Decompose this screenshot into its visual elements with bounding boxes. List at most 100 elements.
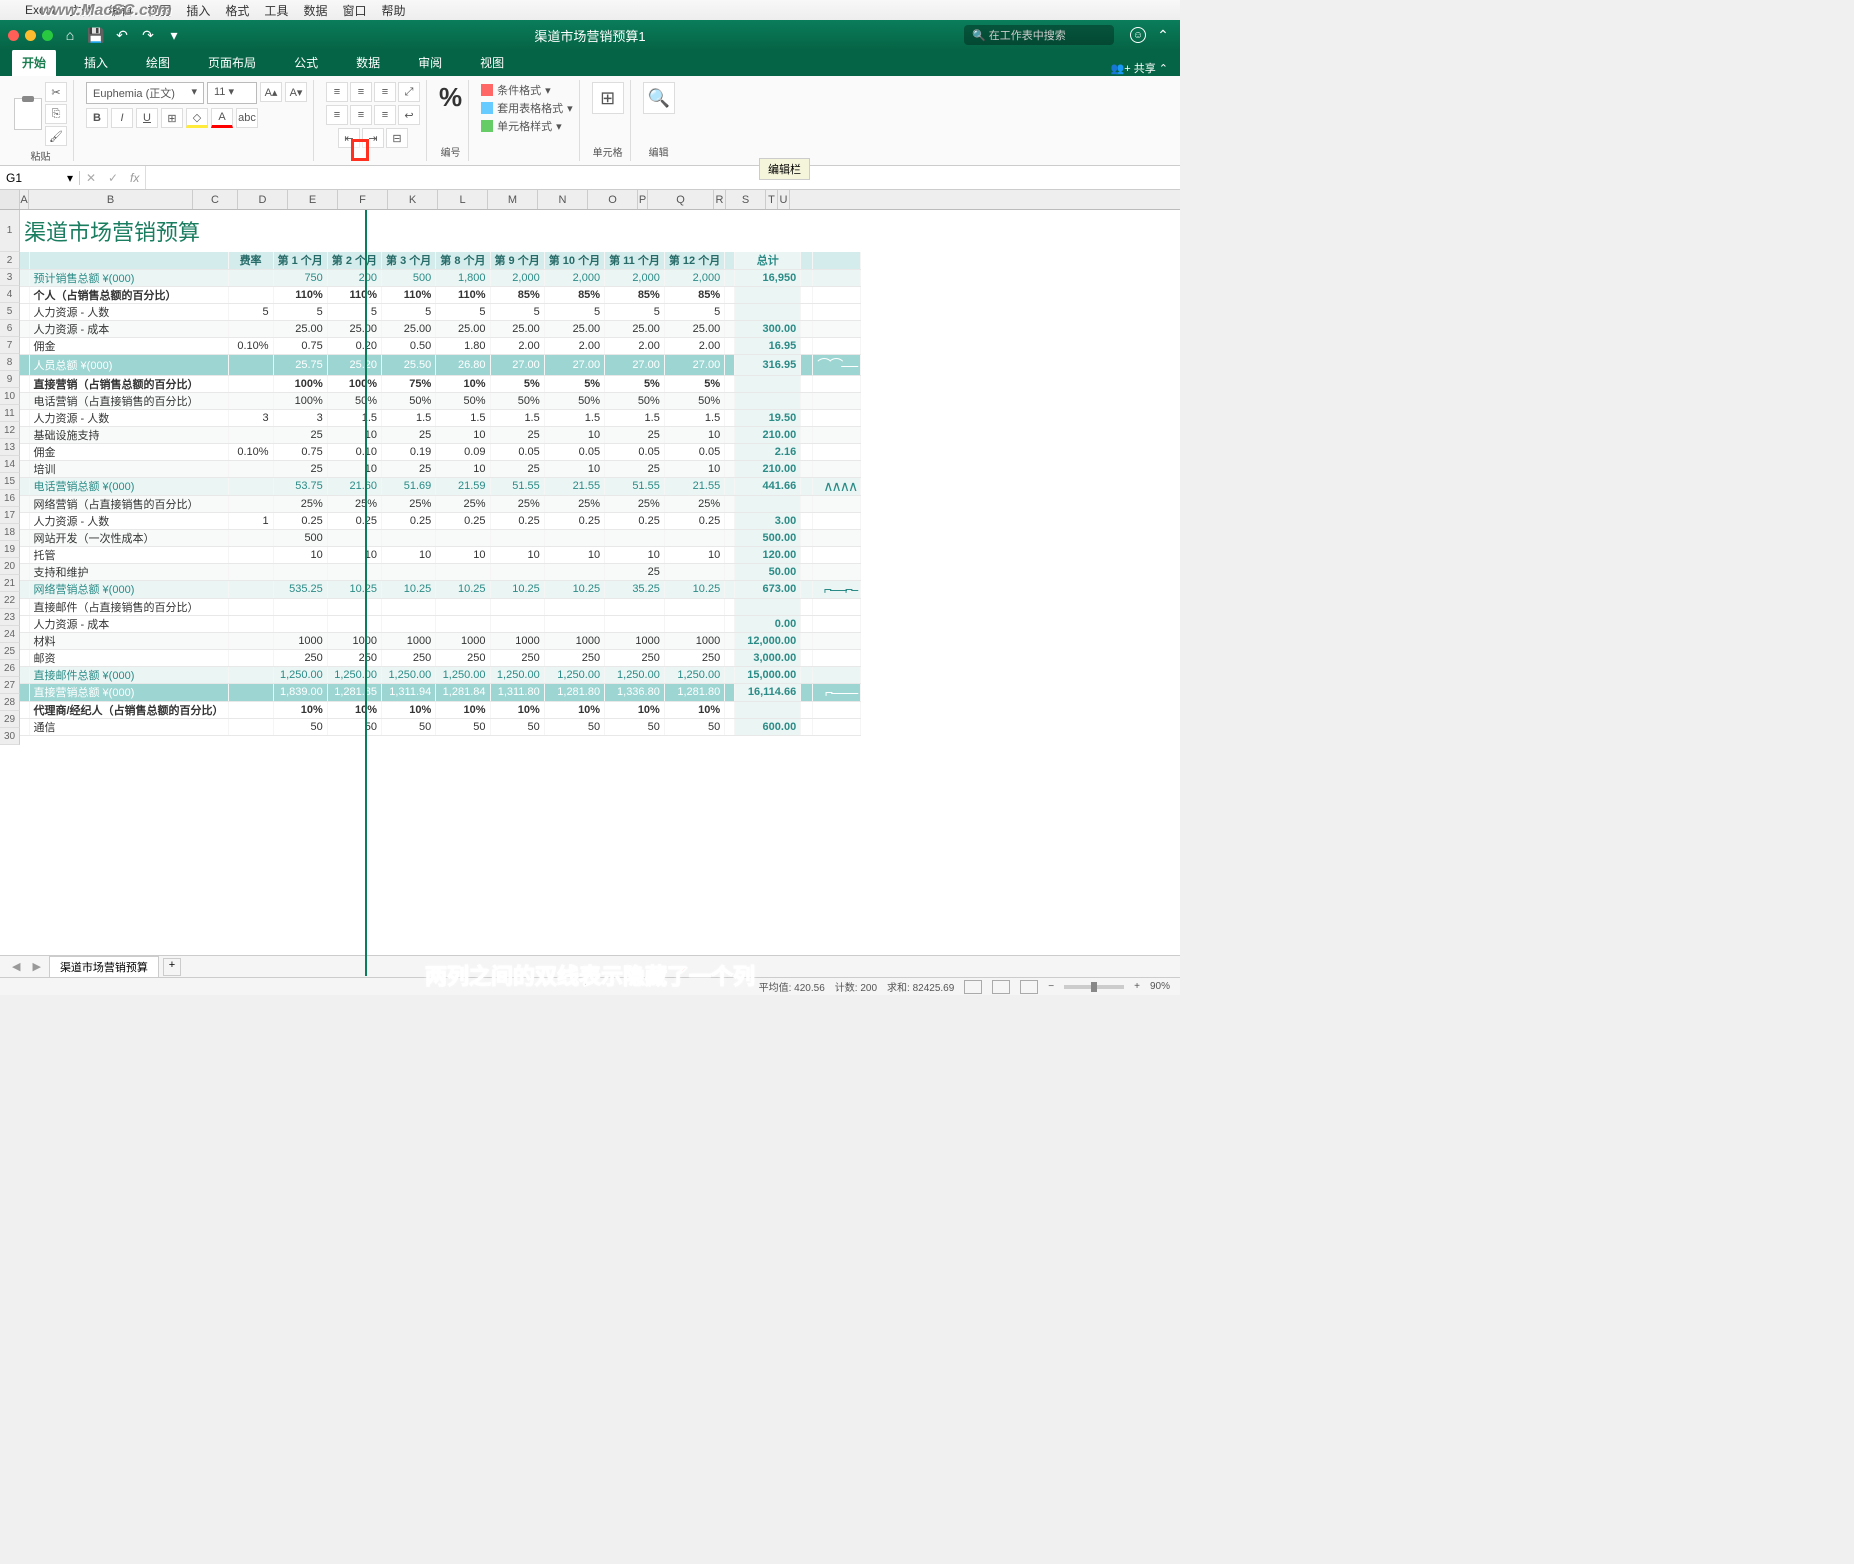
column-header[interactable]: A <box>20 190 29 209</box>
font-size-select[interactable]: 11 ▾ <box>207 82 257 104</box>
align-middle-icon[interactable]: ≡ <box>350 82 372 102</box>
percent-icon[interactable]: % <box>439 82 462 113</box>
orientation-icon[interactable]: ⤢ <box>398 82 420 102</box>
cancel-icon[interactable]: ✕ <box>80 171 102 185</box>
page-layout-icon[interactable] <box>992 980 1010 994</box>
group-clipboard: ✂ ⎘ 🖌 粘贴 <box>8 80 74 161</box>
sheet-tab[interactable]: 渠道市场营销预算 <box>49 956 159 978</box>
align-top-icon[interactable]: ≡ <box>326 82 348 102</box>
phonetic-icon[interactable]: abc <box>236 108 258 128</box>
group-font: Euphemia (正文)▾ 11 ▾ A▴ A▾ B I U ⊞ ◇ A ab… <box>80 80 314 161</box>
formula-input[interactable] <box>145 166 1180 189</box>
fx-icon[interactable]: fx <box>124 171 145 185</box>
formula-bar: G1▾ ✕ ✓ fx <box>0 166 1180 190</box>
redo-icon[interactable]: ↷ <box>139 27 157 44</box>
border-icon[interactable]: ⊞ <box>161 108 183 128</box>
tab-data[interactable]: 数据 <box>346 49 390 76</box>
sheet-prev-icon[interactable]: ◀ <box>8 960 24 973</box>
hidden-column-marker <box>351 139 369 161</box>
cell-style-button[interactable]: 单元格样式 ▾ <box>481 118 573 134</box>
zoom-slider[interactable] <box>1064 985 1124 989</box>
menu-format[interactable]: 格式 <box>225 2 249 19</box>
qat-dropdown-icon[interactable]: ▾ <box>165 27 183 44</box>
tab-view[interactable]: 视图 <box>470 49 514 76</box>
home-icon[interactable]: ⌂ <box>61 27 79 43</box>
status-count: 计数: 200 <box>835 979 877 994</box>
confirm-icon[interactable]: ✓ <box>102 171 124 185</box>
tab-home[interactable]: 开始 <box>12 49 56 76</box>
copy-icon[interactable]: ⎘ <box>45 104 67 124</box>
font-name-select[interactable]: Euphemia (正文)▾ <box>86 82 204 104</box>
conditional-format-button[interactable]: 条件格式 ▾ <box>481 82 573 98</box>
select-all-corner[interactable] <box>0 190 20 209</box>
format-painter-icon[interactable]: 🖌 <box>45 126 67 146</box>
align-center-icon[interactable]: ≡ <box>350 105 372 125</box>
undo-icon[interactable]: ↶ <box>113 27 131 44</box>
feedback-icon[interactable]: ☺ <box>1130 27 1146 43</box>
minimize-icon[interactable] <box>25 30 36 41</box>
column-header[interactable]: K <box>388 190 438 209</box>
align-right-icon[interactable]: ≡ <box>374 105 396 125</box>
column-header[interactable]: B <box>29 190 193 209</box>
column-header[interactable]: T <box>766 190 778 209</box>
share-button[interactable]: 👥+ 共享 ⌃ <box>1111 60 1168 76</box>
fill-color-icon[interactable]: ◇ <box>186 108 208 128</box>
annotation-text: 两列之间的双线表示隐藏了一个列 <box>425 959 755 991</box>
column-header[interactable]: E <box>288 190 338 209</box>
editbar-tooltip: 编辑栏 <box>759 158 810 180</box>
merge-icon[interactable]: ⊟ <box>386 128 408 148</box>
tab-draw[interactable]: 绘图 <box>136 49 180 76</box>
zoom-in-icon[interactable]: + <box>1134 981 1140 992</box>
bold-button[interactable]: B <box>86 108 108 128</box>
collapse-ribbon-icon[interactable]: ⌃ <box>1154 27 1172 44</box>
column-header[interactable]: M <box>488 190 538 209</box>
underline-button[interactable]: U <box>136 108 158 128</box>
column-header[interactable]: F <box>338 190 388 209</box>
find-icon[interactable]: 🔍 <box>643 82 675 114</box>
name-box[interactable]: G1▾ <box>0 171 80 185</box>
font-color-icon[interactable]: A <box>211 108 233 128</box>
tab-review[interactable]: 审阅 <box>408 49 452 76</box>
search-input[interactable]: 🔍 在工作表中搜索 <box>964 25 1114 45</box>
menu-window[interactable]: 窗口 <box>342 2 366 19</box>
column-header[interactable]: L <box>438 190 488 209</box>
zoom-level[interactable]: 90% <box>1150 981 1170 992</box>
align-left-icon[interactable]: ≡ <box>326 105 348 125</box>
sheet-next-icon[interactable]: ▶ <box>28 960 44 973</box>
column-header[interactable]: S <box>726 190 766 209</box>
increase-font-icon[interactable]: A▴ <box>260 82 282 102</box>
page-break-icon[interactable] <box>1020 980 1038 994</box>
column-header[interactable]: C <box>193 190 238 209</box>
maximize-icon[interactable] <box>42 30 53 41</box>
column-header[interactable]: N <box>538 190 588 209</box>
close-icon[interactable] <box>8 30 19 41</box>
menu-help[interactable]: 帮助 <box>381 2 405 19</box>
table-format-button[interactable]: 套用表格格式 ▾ <box>481 100 573 116</box>
menu-insert[interactable]: 插入 <box>186 2 210 19</box>
add-sheet-button[interactable]: + <box>163 958 181 976</box>
spreadsheet-grid[interactable]: 1234567891011121314151617181920212223242… <box>0 210 1180 976</box>
italic-button[interactable]: I <box>111 108 133 128</box>
zoom-out-icon[interactable]: − <box>1048 981 1054 992</box>
paste-icon[interactable] <box>14 98 42 130</box>
tab-layout[interactable]: 页面布局 <box>198 49 266 76</box>
window-titlebar: ⌂ 💾 ↶ ↷ ▾ 渠道市场营销预算1 🔍 在工作表中搜索 ☺ ⌃ <box>0 20 1180 50</box>
watermark: www.MacSC.com <box>40 2 172 20</box>
normal-view-icon[interactable] <box>964 980 982 994</box>
column-header[interactable]: P <box>638 190 648 209</box>
cells-icon[interactable]: ⊞ <box>592 82 624 114</box>
align-bottom-icon[interactable]: ≡ <box>374 82 396 102</box>
menu-tools[interactable]: 工具 <box>264 2 288 19</box>
decrease-font-icon[interactable]: A▾ <box>285 82 307 102</box>
save-icon[interactable]: 💾 <box>87 27 105 44</box>
column-header[interactable]: R <box>714 190 726 209</box>
column-header[interactable]: D <box>238 190 288 209</box>
wrap-text-icon[interactable]: ↩ <box>398 105 420 125</box>
column-header[interactable]: Q <box>648 190 714 209</box>
column-header[interactable]: O <box>588 190 638 209</box>
menu-data[interactable]: 数据 <box>303 2 327 19</box>
tab-formulas[interactable]: 公式 <box>284 49 328 76</box>
tab-insert[interactable]: 插入 <box>74 49 118 76</box>
column-header[interactable]: U <box>778 190 790 209</box>
cut-icon[interactable]: ✂ <box>45 82 67 102</box>
